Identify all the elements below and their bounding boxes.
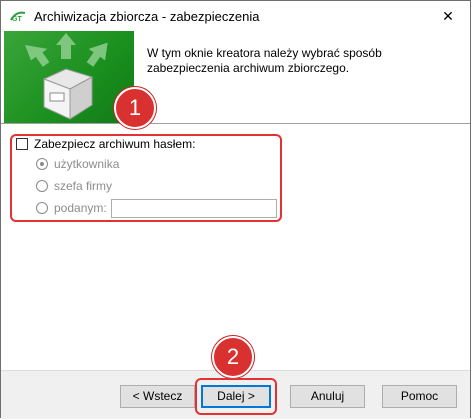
close-button[interactable]: ✕ [426,1,470,31]
cancel-button[interactable]: Anuluj [290,385,365,408]
wizard-footer: 2 < Wstecz Dalej > Anuluj Pomoc [1,336,470,419]
help-button[interactable]: Pomoc [382,385,457,408]
radio-user-password[interactable] [36,158,48,170]
radio-custom-password[interactable] [36,202,48,214]
radio-custom-password-label[interactable]: podanym: [54,201,107,215]
protect-with-password-checkbox[interactable] [16,138,28,150]
window-title: Archiwizacja zbiorcza - zabezpieczenia [34,9,260,24]
app-logo-icon: GT [10,11,26,22]
radio-boss-password[interactable] [36,180,48,192]
custom-password-input[interactable] [111,199,277,218]
wizard-content: Zabezpiecz archiwum hasłem: użytkownika … [1,87,470,370]
annotation-badge-2: 2 [212,336,254,378]
next-button[interactable]: Dalej > [201,385,271,408]
svg-text:GT: GT [12,16,22,22]
wizard-header: W tym oknie kreatora należy wybrać sposó… [1,31,470,123]
protect-with-password-label[interactable]: Zabezpiecz archiwum hasłem: [34,137,195,151]
header-description: W tym oknie kreatora należy wybrać sposó… [147,46,382,75]
back-button[interactable]: < Wstecz [120,385,195,408]
wizard-window: GT Archiwizacja zbiorcza - zabezpieczeni… [0,0,471,419]
radio-user-password-label[interactable]: użytkownika [54,157,119,171]
close-icon: ✕ [442,8,454,24]
radio-boss-password-label[interactable]: szefa firmy [54,179,112,193]
title-bar: GT Archiwizacja zbiorcza - zabezpieczeni… [1,1,470,31]
annotation-badge-1: 1 [114,87,156,129]
